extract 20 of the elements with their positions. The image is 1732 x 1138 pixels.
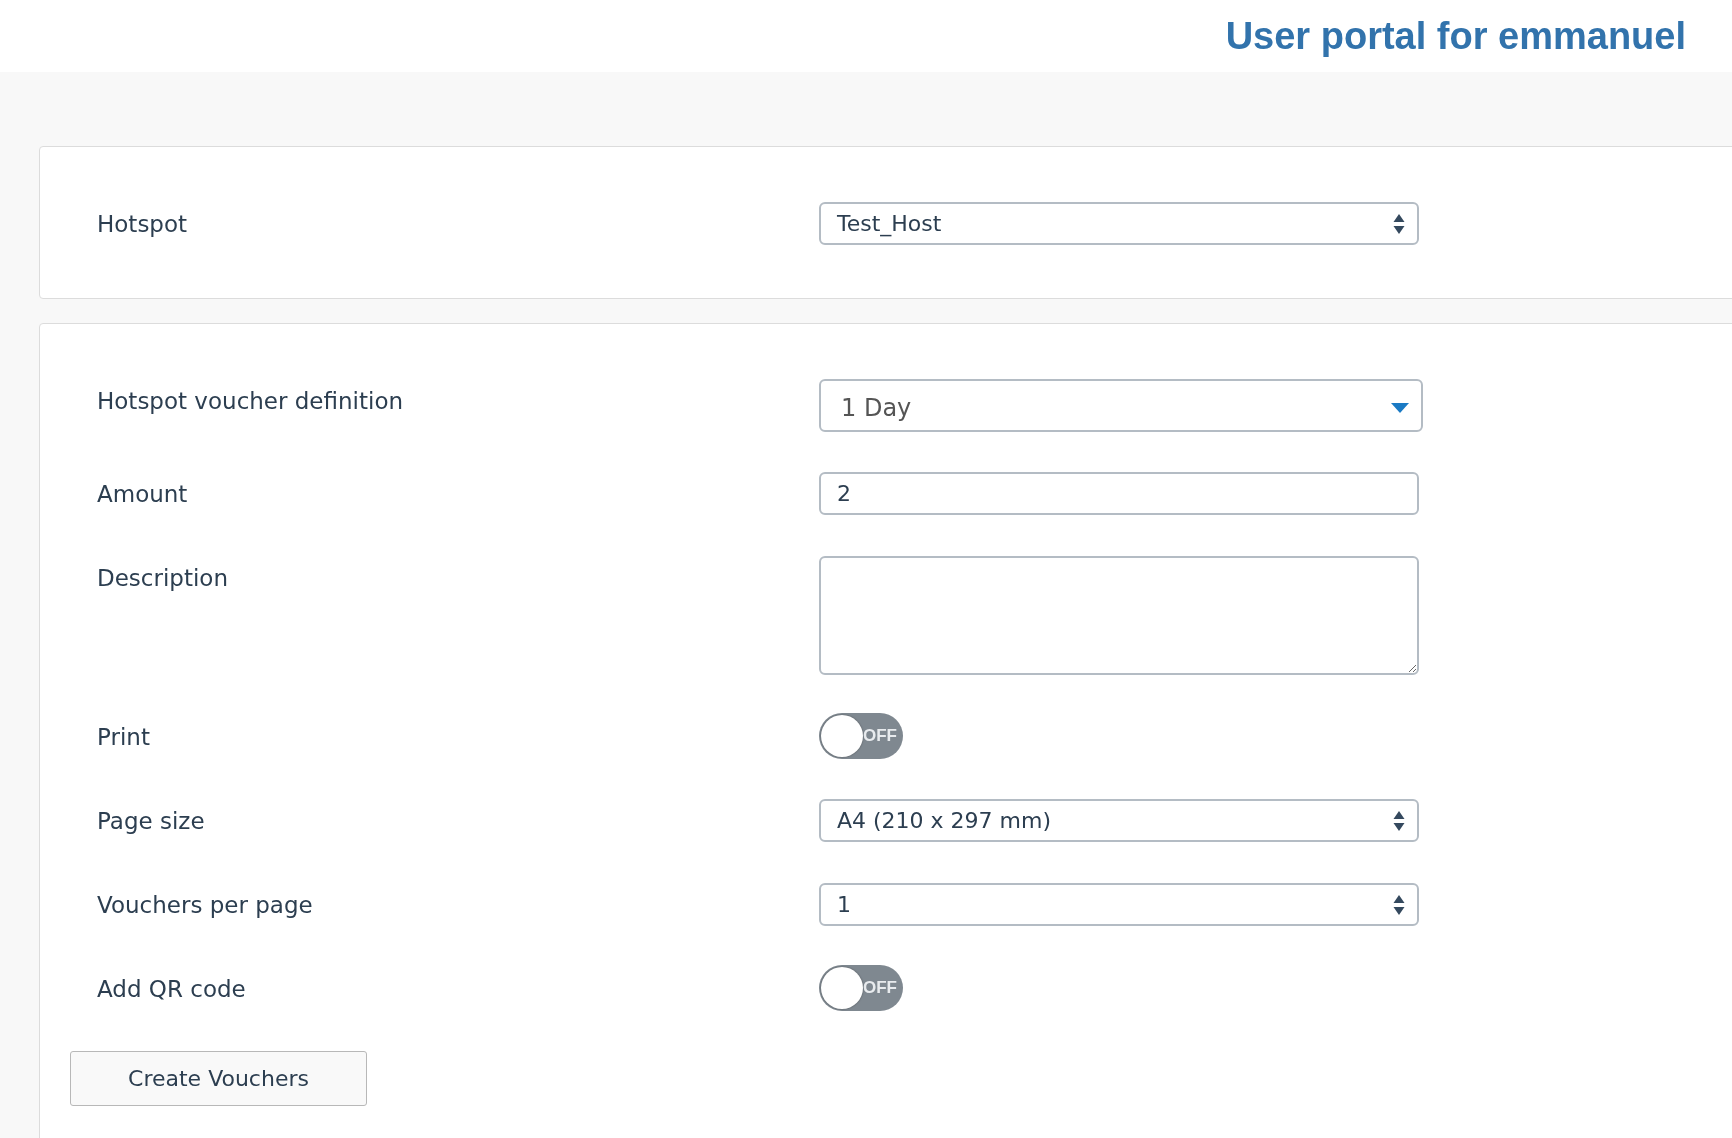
select-field[interactable]: 1 (819, 883, 1419, 926)
select-field[interactable]: Test_Host (819, 202, 1419, 245)
field-label: Hotspot (97, 210, 189, 239)
field-label: Vouchers per page (97, 891, 314, 920)
up-down-arrows-icon (1393, 809, 1405, 832)
field-label: Page size (97, 807, 206, 836)
page-title: User portal for emmanuel (1225, 14, 1686, 58)
field-label: Amount (97, 480, 189, 509)
up-down-arrows-icon (1393, 893, 1405, 916)
create-vouchers-button[interactable]: Create Vouchers (70, 1051, 367, 1106)
select-field[interactable]: A4 (210 x 297 mm) (819, 799, 1419, 842)
field-label: Print (97, 723, 151, 752)
text-area[interactable] (819, 556, 1419, 675)
field-label: Add QR code (97, 975, 247, 1004)
up-down-arrows-icon (1393, 212, 1405, 235)
field-label: Description (97, 564, 229, 593)
dropdown-field[interactable]: 1 Day (819, 379, 1423, 432)
caret-down-icon (1391, 402, 1409, 413)
input-field[interactable]: 2 (819, 472, 1419, 515)
field-label: Hotspot voucher definition (97, 387, 405, 416)
